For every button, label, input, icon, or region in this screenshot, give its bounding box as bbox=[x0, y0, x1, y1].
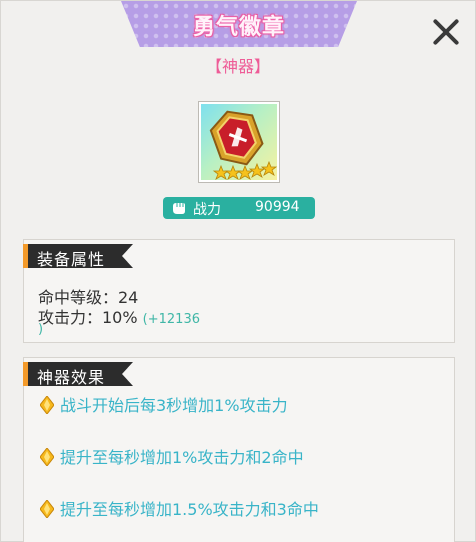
badge-icon bbox=[209, 110, 277, 180]
title-tab: 勇气徽章 bbox=[121, 1, 357, 47]
combat-power-value: 90994 bbox=[255, 199, 300, 215]
effect-text: 提升至每秒增加1%攻击力和2命中 bbox=[60, 448, 304, 467]
combat-power-label: 战力 bbox=[193, 202, 221, 218]
item-detail-panel: 勇气徽章 【神器】 战力 90994 装备属性 命中等级：24 攻击力：10% … bbox=[0, 0, 476, 542]
diamond-icon bbox=[40, 500, 54, 518]
effect-item: 提升至每秒增加1.5%攻击力和3命中 bbox=[40, 496, 319, 520]
effect-text: 提升至每秒增加1.5%攻击力和3命中 bbox=[60, 500, 319, 519]
effect-item: 提升至每秒增加1%攻击力和2命中 bbox=[40, 444, 304, 468]
fist-icon bbox=[173, 203, 185, 214]
effect-item: 战斗开始后每3秒增加1%攻击力 bbox=[40, 392, 288, 416]
artifact-effects-section: 神器效果 战斗开始后每3秒增加1%攻击力 提升至每秒增加1%攻击力和2命中 提升… bbox=[23, 357, 455, 542]
diamond-icon bbox=[40, 396, 54, 414]
attribute-attack-bonus: (+12136 bbox=[142, 312, 200, 327]
section-title: 神器效果 bbox=[37, 368, 106, 387]
section-header: 装备属性 bbox=[23, 244, 133, 268]
section-header: 神器效果 bbox=[23, 362, 133, 386]
item-rarity: 【神器】 bbox=[205, 57, 270, 76]
combat-power-bar: 战力 90994 bbox=[163, 197, 315, 219]
effect-text: 战斗开始后每3秒增加1%攻击力 bbox=[60, 396, 288, 415]
item-title: 勇气徽章 bbox=[192, 15, 285, 40]
section-title: 装备属性 bbox=[37, 250, 106, 269]
diamond-icon bbox=[40, 448, 54, 466]
attribute-attack-text: 攻击力：10% bbox=[38, 308, 138, 327]
attribute-attack: 攻击力：10% (+12136 bbox=[38, 304, 200, 328]
attribute-attack-bonus-end: ) bbox=[38, 322, 44, 337]
item-icon-frame[interactable] bbox=[198, 101, 280, 183]
close-icon[interactable] bbox=[429, 15, 463, 49]
equipment-attributes-section: 装备属性 命中等级：24 攻击力：10% (+12136 ) bbox=[23, 239, 455, 343]
